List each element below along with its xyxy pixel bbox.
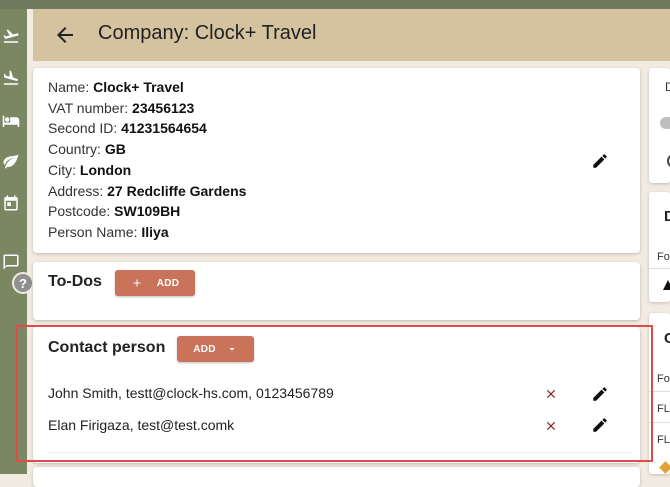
field-label: Address: xyxy=(48,182,108,199)
contact-row-text: Elan Firigaza, test@test.comk xyxy=(48,417,235,433)
todos-title: To-Dos xyxy=(48,273,102,290)
next-card xyxy=(33,467,640,487)
field-city: City: London xyxy=(48,160,246,181)
chat-icon[interactable] xyxy=(0,251,22,273)
field-value: 41231564654 xyxy=(121,120,207,137)
field-country: Country: GB xyxy=(48,139,246,160)
contact-person-title: Contact person xyxy=(48,339,166,356)
delete-contact-icon[interactable] xyxy=(544,387,558,401)
bed-icon[interactable] xyxy=(0,110,22,132)
right-card-bottom: C Fo FL FL xyxy=(649,313,670,474)
field-label: Postcode: xyxy=(48,203,115,220)
field-vat: VAT number: 23456123 xyxy=(48,98,246,119)
right-card-row: Fo xyxy=(657,373,670,385)
edit-contact-icon[interactable] xyxy=(591,385,609,403)
field-label: VAT number: xyxy=(48,99,133,116)
edit-company-icon[interactable] xyxy=(591,152,609,170)
field-value: SW109BH xyxy=(114,203,181,220)
toggle-switch[interactable] xyxy=(660,117,670,129)
sort-arrow-icon[interactable] xyxy=(663,280,670,290)
caret-down-icon xyxy=(229,348,235,351)
divider xyxy=(48,452,633,453)
field-value: London xyxy=(79,161,132,178)
field-address: Address: 27 Redcliffe Gardens xyxy=(48,181,246,202)
right-card-label: D xyxy=(665,80,670,94)
page-header: Company: Clock+ Travel xyxy=(33,9,670,61)
field-label: Person Name: xyxy=(48,223,142,240)
plane-takeoff-icon[interactable] xyxy=(0,25,22,47)
right-card-middle: D Fo xyxy=(649,192,670,302)
company-info-card: Name: Clock+ Travel VAT number: 23456123… xyxy=(33,68,640,253)
leaf-icon[interactable] xyxy=(0,150,22,172)
field-name: Name: Clock+ Travel xyxy=(48,77,246,98)
field-value: Iliya xyxy=(141,223,169,240)
calendar-icon[interactable] xyxy=(0,192,22,214)
field-label: Second ID: xyxy=(48,120,122,137)
divider xyxy=(649,268,670,269)
contact-add-label: ADD xyxy=(193,343,216,355)
field-label: Name: xyxy=(48,79,94,95)
right-card-row: FL xyxy=(657,434,670,446)
sidebar xyxy=(0,9,27,474)
right-card-top: D xyxy=(649,68,670,183)
divider xyxy=(649,422,670,423)
field-label: City: xyxy=(48,161,80,178)
field-person-name: Person Name: Iliya xyxy=(48,222,246,243)
contact-add-dropdown-button[interactable]: ADD xyxy=(177,336,254,362)
help-icon[interactable]: ? xyxy=(12,272,34,294)
top-strip xyxy=(0,0,670,9)
delete-contact-icon[interactable] xyxy=(544,419,558,433)
plus-icon xyxy=(133,279,141,287)
divider xyxy=(649,391,670,392)
field-postcode: Postcode: SW109BH xyxy=(48,201,246,222)
field-value: 23456123 xyxy=(132,99,195,116)
field-label: Country: xyxy=(48,141,105,158)
page-title: Company: Clock+ Travel xyxy=(98,22,317,44)
edit-contact-icon[interactable] xyxy=(591,416,609,434)
right-card-row: FL xyxy=(657,403,670,415)
field-value: Clock+ Travel xyxy=(93,79,184,95)
company-fields: Name: Clock+ Travel VAT number: 23456123… xyxy=(48,77,246,243)
back-arrow-icon[interactable] xyxy=(53,23,77,47)
right-card-row: Fo xyxy=(657,251,670,263)
star-icon xyxy=(659,461,670,474)
plane-landing-icon[interactable] xyxy=(0,67,22,89)
right-card-title: C xyxy=(664,330,670,347)
field-value: GB xyxy=(104,141,126,158)
field-value: 27 Redcliffe Gardens xyxy=(107,182,247,199)
todos-card: To-Dos ADD xyxy=(33,262,640,320)
contact-row-text: John Smith, testt@clock-hs.com, 01234567… xyxy=(48,385,334,401)
todo-add-button[interactable]: ADD xyxy=(115,270,195,296)
field-second-id: Second ID: 41231564654 xyxy=(48,118,246,139)
help-label: ? xyxy=(19,275,27,291)
todo-add-label: ADD xyxy=(156,277,180,289)
right-card-title: D xyxy=(664,208,670,225)
